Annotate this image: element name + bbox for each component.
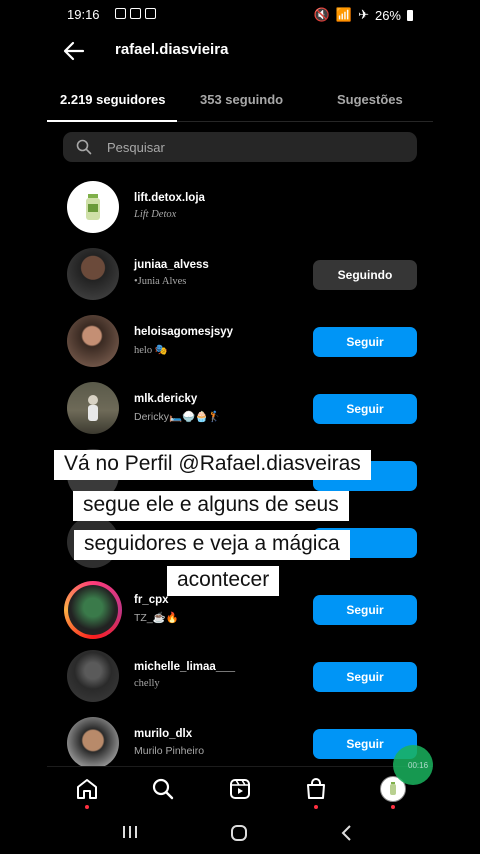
avatar[interactable] [67,181,119,233]
follow-button[interactable]: Seguir [313,662,417,692]
follow-button[interactable]: Seguir [313,595,417,625]
battery-level: 26% [374,7,401,23]
product-bottle-icon [86,194,100,220]
status-time: 19:16 [67,7,100,22]
list-item[interactable]: mlk.dericky Dericky🛏️🍚🧁🏌 Seguir [47,382,433,449]
wifi-icon: 📶 [335,7,353,22]
bottom-nav [47,766,433,813]
username[interactable]: murilo_dlx [134,728,192,740]
list-item[interactable]: fr_cpx TZ_☕🔥 Seguir [47,581,433,650]
avatar[interactable] [67,516,119,568]
mute-icon: 🔇 [313,7,330,22]
username[interactable]: heloisagomesjsyy [134,326,233,338]
follow-button[interactable]: Seguir [313,327,417,357]
list-item[interactable]: juniaa_alvess •Junia Alves Seguindo [47,248,433,315]
home-icon[interactable] [75,777,99,801]
tab-suggestions[interactable]: Sugestões [337,92,403,107]
display-name: chelly [134,678,160,689]
avatar[interactable] [67,382,119,434]
search-input[interactable] [107,138,397,156]
battery-icon [407,9,413,21]
display-name: •Junia Alves [134,276,187,287]
username[interactable]: juniaa_alvess [134,259,209,271]
timer-label: 00:16 [408,761,429,770]
avatar[interactable] [67,248,119,300]
username[interactable]: michelle_limaa___ [134,661,235,673]
display-name: TZ_☕🔥 [134,612,179,624]
active-tab-indicator [47,120,177,122]
home-notification-dot [85,805,89,809]
notification-icon [145,8,156,19]
profile-notification-dot [391,805,395,809]
story-ring[interactable] [64,581,122,639]
display-name: Lift Detox [134,209,177,220]
system-nav-bar [47,812,433,854]
search-bar [63,132,417,162]
avatar[interactable] [67,449,119,501]
list-item[interactable] [47,516,433,583]
notification-icons [115,8,156,19]
list-item[interactable]: heloisagomesjsyy helo 🎭 Seguir [47,315,433,382]
list-item[interactable]: michelle_limaa___ chelly Seguir [47,650,433,717]
follow-button[interactable]: Seguir [313,394,417,424]
avatar [68,585,118,635]
list-item[interactable] [47,449,433,516]
username[interactable]: fr_cpx [134,594,169,606]
airplane-icon: ✈ [358,7,369,22]
phone-screen: 19:16 🔇 📶 ✈ 26% rafael.diasvieira 2.219 … [47,0,433,854]
following-button[interactable]: Seguindo [313,260,417,290]
follow-button[interactable] [313,528,417,558]
username[interactable]: lift.detox.loja [134,192,205,204]
display-name: Murilo Pinheiro [134,745,205,757]
recent-apps-icon[interactable] [121,824,139,840]
header: rafael.diasvieira [47,30,433,72]
shop-notification-dot [314,805,318,809]
tab-following[interactable]: 353 seguindo [200,92,283,107]
follow-button[interactable] [313,461,417,491]
list-item[interactable]: lift.detox.loja Lift Detox [47,181,433,248]
username[interactable]: mlk.dericky [134,393,197,405]
person-silhouette-icon [88,395,98,421]
tabs: 2.219 seguidores 353 seguindo Sugestões [47,82,433,122]
search-icon [76,139,92,155]
floating-timer-bubble[interactable]: 00:16 [393,745,433,785]
page-title: rafael.diasvieira [115,41,229,58]
notification-icon [130,8,141,19]
avatar[interactable] [67,315,119,367]
status-bar: 19:16 🔇 📶 ✈ 26% [47,0,433,28]
avatar[interactable] [67,717,119,769]
back-arrow-icon[interactable] [61,38,87,64]
display-name: Dericky🛏️🍚🧁🏌 [134,411,222,423]
tab-followers[interactable]: 2.219 seguidores [60,92,166,107]
avatar[interactable] [67,650,119,702]
status-right: 🔇 📶 ✈ 26% [314,7,413,23]
back-button-icon[interactable] [339,824,353,842]
search-icon[interactable] [151,777,175,801]
home-button-icon[interactable] [230,824,248,842]
reels-icon[interactable] [228,777,252,801]
shop-icon[interactable] [304,777,328,801]
notification-icon [115,8,126,19]
display-name: helo 🎭 [134,345,168,356]
